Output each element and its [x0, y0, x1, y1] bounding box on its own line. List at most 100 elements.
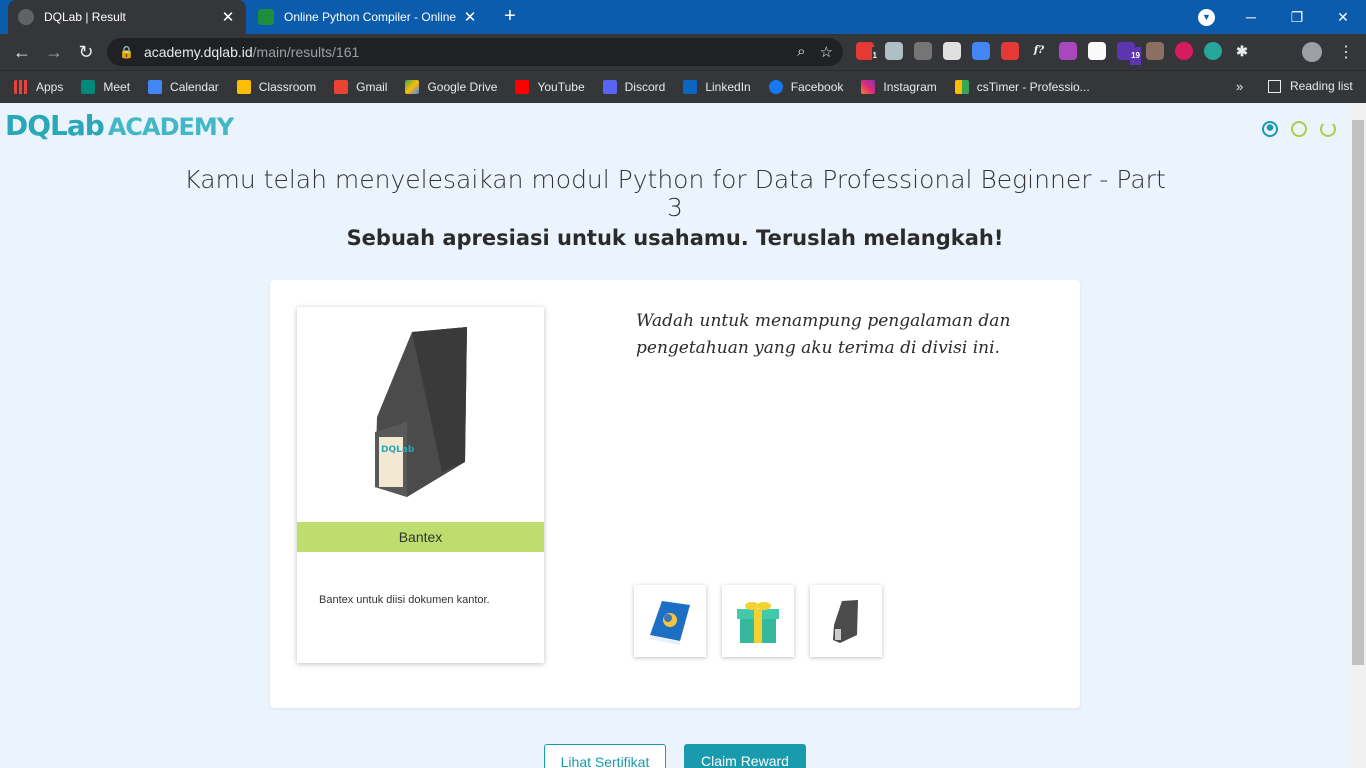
bookmark-label: Facebook — [790, 80, 844, 94]
meet-icon — [81, 80, 96, 94]
extension-icon[interactable] — [1204, 42, 1222, 60]
classroom-icon — [236, 80, 251, 94]
logo-dqlab: DQLab — [5, 109, 105, 142]
globe-icon — [18, 9, 34, 25]
tab-strip: DQLab | Result ✕ Online Python Compiler … — [0, 0, 1366, 34]
user-icon[interactable] — [1262, 121, 1278, 137]
header-icons — [1262, 121, 1336, 137]
reload-icon[interactable]: ↻ — [74, 40, 98, 64]
url-path: /main/results/161 — [252, 44, 360, 60]
claim-reward-button[interactable]: Claim Reward — [684, 744, 806, 768]
tab-search-icon[interactable]: ▼ — [1198, 9, 1215, 26]
bookmark-label: Google Drive — [427, 80, 498, 94]
extension-icon[interactable] — [1175, 42, 1193, 60]
bookmark-label: YouTube — [537, 80, 585, 94]
close-tab-icon[interactable]: ✕ — [220, 8, 236, 26]
facebook-icon — [768, 80, 783, 94]
extension-badge: 19 — [1130, 47, 1141, 65]
tab-python-compiler[interactable]: Online Python Compiler - Online ✕ — [248, 0, 488, 34]
forward-icon[interactable]: → — [42, 40, 66, 64]
url-host: academy.dqlab.id — [143, 44, 253, 60]
bookmark-calendar[interactable]: Calendar — [148, 80, 219, 94]
python-book-icon — [650, 601, 690, 645]
bookmark-meet[interactable]: Meet — [81, 80, 130, 94]
dqlab-logo[interactable]: DQLab ACADEMY — [5, 109, 234, 142]
logo-academy: ACADEMY — [107, 113, 234, 141]
bookmark-apps[interactable]: Apps — [14, 80, 63, 94]
address-bar[interactable]: 🔒 academy.dqlab.id/main/results/161 ⌕ ☆ — [107, 38, 843, 66]
bookmark-gmail[interactable]: Gmail — [334, 80, 387, 94]
drive-icon — [405, 80, 420, 94]
page-subtitle: Sebuah apresiasi untuk usahamu. Teruslah… — [346, 226, 1004, 250]
close-window-icon[interactable]: ✕ — [1320, 0, 1366, 34]
bookmark-discord[interactable]: Discord — [602, 80, 666, 94]
bookmark-youtube[interactable]: YouTube — [515, 80, 585, 94]
gift-icon — [737, 602, 779, 643]
view-certificate-button[interactable]: Lihat Sertifikat — [544, 744, 666, 768]
extension-icon[interactable] — [914, 42, 932, 60]
extension-icon[interactable] — [1059, 42, 1077, 60]
bookmark-instagram[interactable]: Instagram — [861, 80, 937, 94]
extension-icon[interactable]: 19 — [1117, 42, 1141, 65]
close-tab-icon[interactable]: ✕ — [462, 8, 478, 26]
compiler-icon — [258, 9, 274, 25]
linkedin-icon — [683, 80, 698, 94]
bookmark-label: Instagram — [883, 80, 937, 94]
extension-icon[interactable] — [1001, 42, 1019, 60]
extension-icon[interactable] — [943, 42, 961, 60]
bookmark-cstimer[interactable]: csTimer - Professio... — [954, 80, 1090, 94]
reward-name: Bantex — [297, 522, 544, 552]
reward-thumb-bantex[interactable] — [810, 585, 882, 657]
back-icon[interactable]: ← — [10, 40, 34, 64]
more-bookmarks-icon[interactable]: » — [1236, 79, 1243, 94]
bookmark-star-icon[interactable]: ☆ — [820, 43, 833, 61]
bookmark-google-drive[interactable]: Google Drive — [405, 80, 497, 94]
reward-panel: DQLab Bantex Bantex untuk diisi dokumen … — [270, 280, 1080, 708]
profile-avatar[interactable] — [1302, 42, 1322, 62]
browser-toolbar: ← → ↻ 🔒 academy.dqlab.id/main/results/16… — [0, 34, 1366, 70]
bookmark-label: csTimer - Professio... — [976, 80, 1090, 94]
reward-quote: Wadah untuk menampung pengalaman dan pen… — [636, 311, 1011, 358]
reading-list-button[interactable]: Reading list — [1268, 79, 1353, 93]
formula-icon[interactable]: f? — [1030, 42, 1048, 60]
reading-list-label: Reading list — [1290, 79, 1353, 93]
bookmark-linkedin[interactable]: LinkedIn — [683, 80, 751, 94]
reward-thumb-gift[interactable] — [722, 585, 794, 657]
restore-icon[interactable]: ❐ — [1274, 0, 1320, 34]
svg-text:DQLab: DQLab — [381, 445, 415, 455]
tab-dqlab-result[interactable]: DQLab | Result ✕ — [8, 0, 246, 34]
bookmark-label: Classroom — [258, 80, 317, 94]
bantex-icon — [833, 600, 858, 643]
puzzle-icon[interactable]: ✱ — [1233, 42, 1251, 60]
power-icon[interactable] — [1320, 121, 1336, 137]
reward-thumb-python-book[interactable] — [634, 585, 706, 657]
bookmark-facebook[interactable]: Facebook — [768, 80, 844, 94]
bookmark-label: Calendar — [170, 80, 219, 94]
reward-description: Bantex untuk diisi dokumen kantor. — [319, 594, 490, 606]
bookmark-label: Apps — [36, 80, 64, 94]
lock-icon: 🔒 — [119, 45, 134, 59]
bookmark-label: Gmail — [356, 80, 388, 94]
extension-icon[interactable]: 1 — [856, 42, 878, 65]
instagram-icon — [861, 80, 876, 94]
new-tab-button[interactable]: + — [499, 5, 521, 27]
reward-card: DQLab Bantex Bantex untuk diisi dokumen … — [297, 307, 544, 663]
tab-title: Online Python Compiler - Online — [284, 10, 457, 24]
discord-icon — [602, 80, 617, 94]
bookmarks-bar: Apps Meet Calendar Classroom Gmail Googl… — [0, 70, 1366, 103]
bookmark-label: Discord — [624, 80, 666, 94]
bookmark-label: LinkedIn — [705, 80, 751, 94]
zoom-icon[interactable]: ⌕ — [797, 43, 805, 61]
extensions-area: 1 f? 19 ✱ — [856, 42, 1251, 65]
extension-icon[interactable] — [1088, 42, 1106, 60]
scrollbar-thumb[interactable] — [1352, 120, 1364, 665]
gmail-icon — [334, 80, 349, 94]
menu-icon[interactable]: ⋮ — [1338, 42, 1354, 62]
bookmark-classroom[interactable]: Classroom — [236, 80, 317, 94]
extension-icon[interactable] — [885, 42, 903, 60]
translate-icon[interactable] — [972, 42, 990, 60]
extension-icon[interactable] — [1146, 42, 1164, 60]
info-icon[interactable] — [1291, 121, 1307, 137]
minimize-icon[interactable]: ─ — [1228, 0, 1274, 34]
apps-grid-icon — [14, 80, 28, 94]
